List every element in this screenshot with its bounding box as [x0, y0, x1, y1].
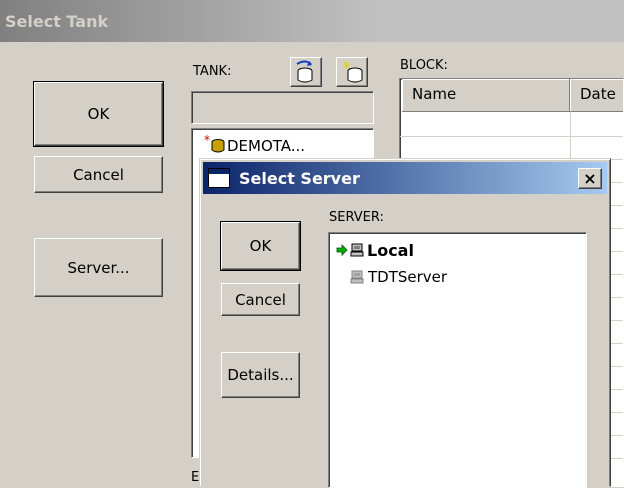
select-tank-titlebar[interactable]: Select Tank	[0, 0, 624, 42]
list-item[interactable]: * DEMOTA...	[204, 133, 306, 156]
list-item[interactable]: Local	[336, 240, 414, 260]
new-database-icon: ✳	[342, 59, 363, 83]
tank-item-label: DEMOTA...	[227, 137, 306, 155]
server-item-label: Local	[367, 240, 414, 260]
current-arrow-icon	[336, 244, 348, 256]
close-icon: ×	[583, 168, 597, 188]
list-item[interactable]: TDTServer	[350, 267, 447, 287]
block-column-name[interactable]: Name	[402, 79, 570, 112]
bottom-label-fragment: E	[191, 470, 200, 485]
database-icon	[211, 139, 225, 153]
block-column-date[interactable]: Date	[570, 79, 623, 112]
select-server-title: Select Server	[239, 169, 360, 188]
tank-cancel-button[interactable]: Cancel	[34, 156, 163, 193]
server-ok-button[interactable]: OK	[220, 221, 301, 271]
block-label: BLOCK:	[400, 58, 448, 73]
computer-icon	[350, 243, 364, 257]
new-tank-marker: *	[204, 133, 210, 147]
server-details-button[interactable]: Details...	[221, 352, 300, 398]
select-tank-title: Select Tank	[5, 12, 109, 31]
window-icon	[208, 168, 230, 188]
tank-path-field[interactable]	[191, 91, 374, 124]
close-button[interactable]: ×	[578, 168, 602, 189]
server-label: SERVER:	[329, 210, 384, 225]
server-list[interactable]: Local TDTServer	[328, 232, 587, 488]
tank-ok-button[interactable]: OK	[33, 81, 164, 147]
computer-icon	[350, 270, 364, 284]
server-cancel-button[interactable]: Cancel	[221, 283, 300, 316]
server-item-label: TDTServer	[368, 268, 448, 286]
open-database-icon	[296, 60, 313, 83]
tank-server-button[interactable]: Server...	[34, 238, 163, 297]
tank-new-button[interactable]: ✳	[336, 57, 368, 87]
tank-label: TANK:	[193, 64, 232, 79]
select-server-titlebar[interactable]: Select Server ×	[203, 162, 607, 194]
select-server-dialog: Select Server × OK Cancel Details... SER…	[199, 158, 611, 488]
tank-open-button[interactable]	[290, 57, 322, 87]
